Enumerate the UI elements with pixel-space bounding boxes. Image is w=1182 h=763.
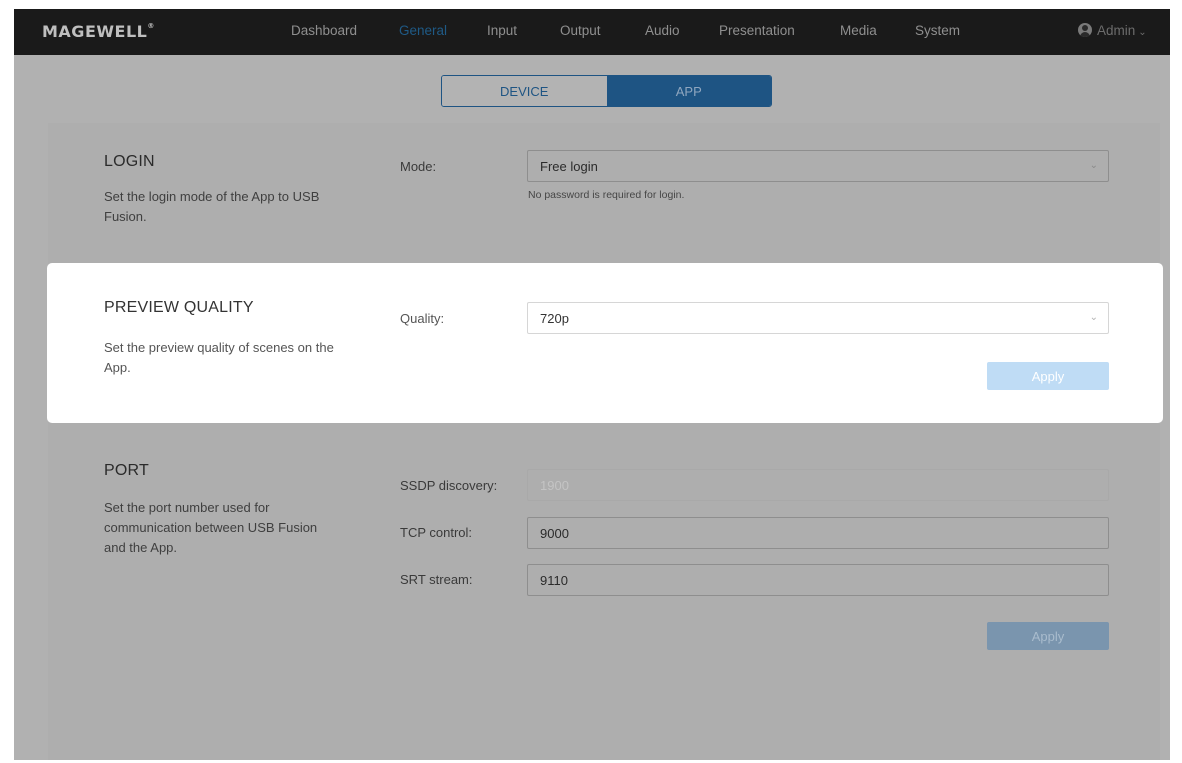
user-menu[interactable]: Admin ⌄ <box>1078 23 1147 38</box>
tab-device[interactable]: DEVICE <box>442 76 607 106</box>
login-title: LOGIN <box>104 153 155 170</box>
magewell-logo: MAGEWELL® <box>42 22 155 41</box>
tcp-control-input[interactable]: 9000 <box>527 517 1109 549</box>
nav-presentation[interactable]: Presentation <box>719 23 795 38</box>
mode-label: Mode: <box>400 159 437 174</box>
login-mode-value: Free login <box>540 158 598 174</box>
nav-audio[interactable]: Audio <box>645 23 680 38</box>
srt-stream-input[interactable]: 9110 <box>527 564 1109 596</box>
nav-output[interactable]: Output <box>560 23 601 38</box>
nav-general[interactable]: General <box>399 23 447 38</box>
quality-label: Quality: <box>400 311 445 326</box>
chevron-down-icon: ⌄ <box>1138 27 1147 38</box>
chevron-down-icon: ⌄ <box>1089 312 1098 323</box>
port-apply-button[interactable]: Apply <box>987 622 1109 650</box>
app-window: MAGEWELL® Dashboard General Input Output… <box>14 9 1170 760</box>
preview-quality-value: 720p <box>540 310 569 326</box>
tab-app[interactable]: APP <box>606 76 771 106</box>
srt-label: SRT stream: <box>400 572 473 587</box>
ssdp-discovery-input[interactable]: 1900 <box>527 469 1109 501</box>
login-hint: No password is required for login. <box>528 189 685 201</box>
user-name: Admin <box>1097 23 1136 38</box>
nav-input[interactable]: Input <box>487 23 517 38</box>
settings-tabs: DEVICE APP <box>441 75 772 107</box>
top-navigation-bar: MAGEWELL® Dashboard General Input Output… <box>14 9 1170 55</box>
chevron-down-icon: ⌄ <box>1089 160 1098 171</box>
preview-quality-card: PREVIEW QUALITY Set the preview quality … <box>47 263 1163 423</box>
tcp-label: TCP control: <box>400 525 473 540</box>
user-avatar-icon <box>1078 23 1092 37</box>
preview-quality-select[interactable]: 720p ⌄ <box>527 302 1109 334</box>
preview-quality-title: PREVIEW QUALITY <box>104 299 254 316</box>
preview-quality-description: Set the preview quality of scenes on the… <box>104 340 334 375</box>
ssdp-label: SSDP discovery: <box>400 478 498 493</box>
port-title: PORT <box>104 462 149 479</box>
nav-media[interactable]: Media <box>840 23 877 38</box>
settings-panel: LOGIN Set the login mode of the App to U… <box>48 123 1160 760</box>
preview-apply-button[interactable]: Apply <box>987 362 1109 390</box>
nav-system[interactable]: System <box>915 23 960 38</box>
nav-dashboard[interactable]: Dashboard <box>291 23 357 38</box>
login-mode-select[interactable]: Free login ⌄ <box>527 150 1109 182</box>
port-description: Set the port number used for communicati… <box>104 500 318 555</box>
login-description: Set the login mode of the App to USB Fus… <box>104 189 320 224</box>
